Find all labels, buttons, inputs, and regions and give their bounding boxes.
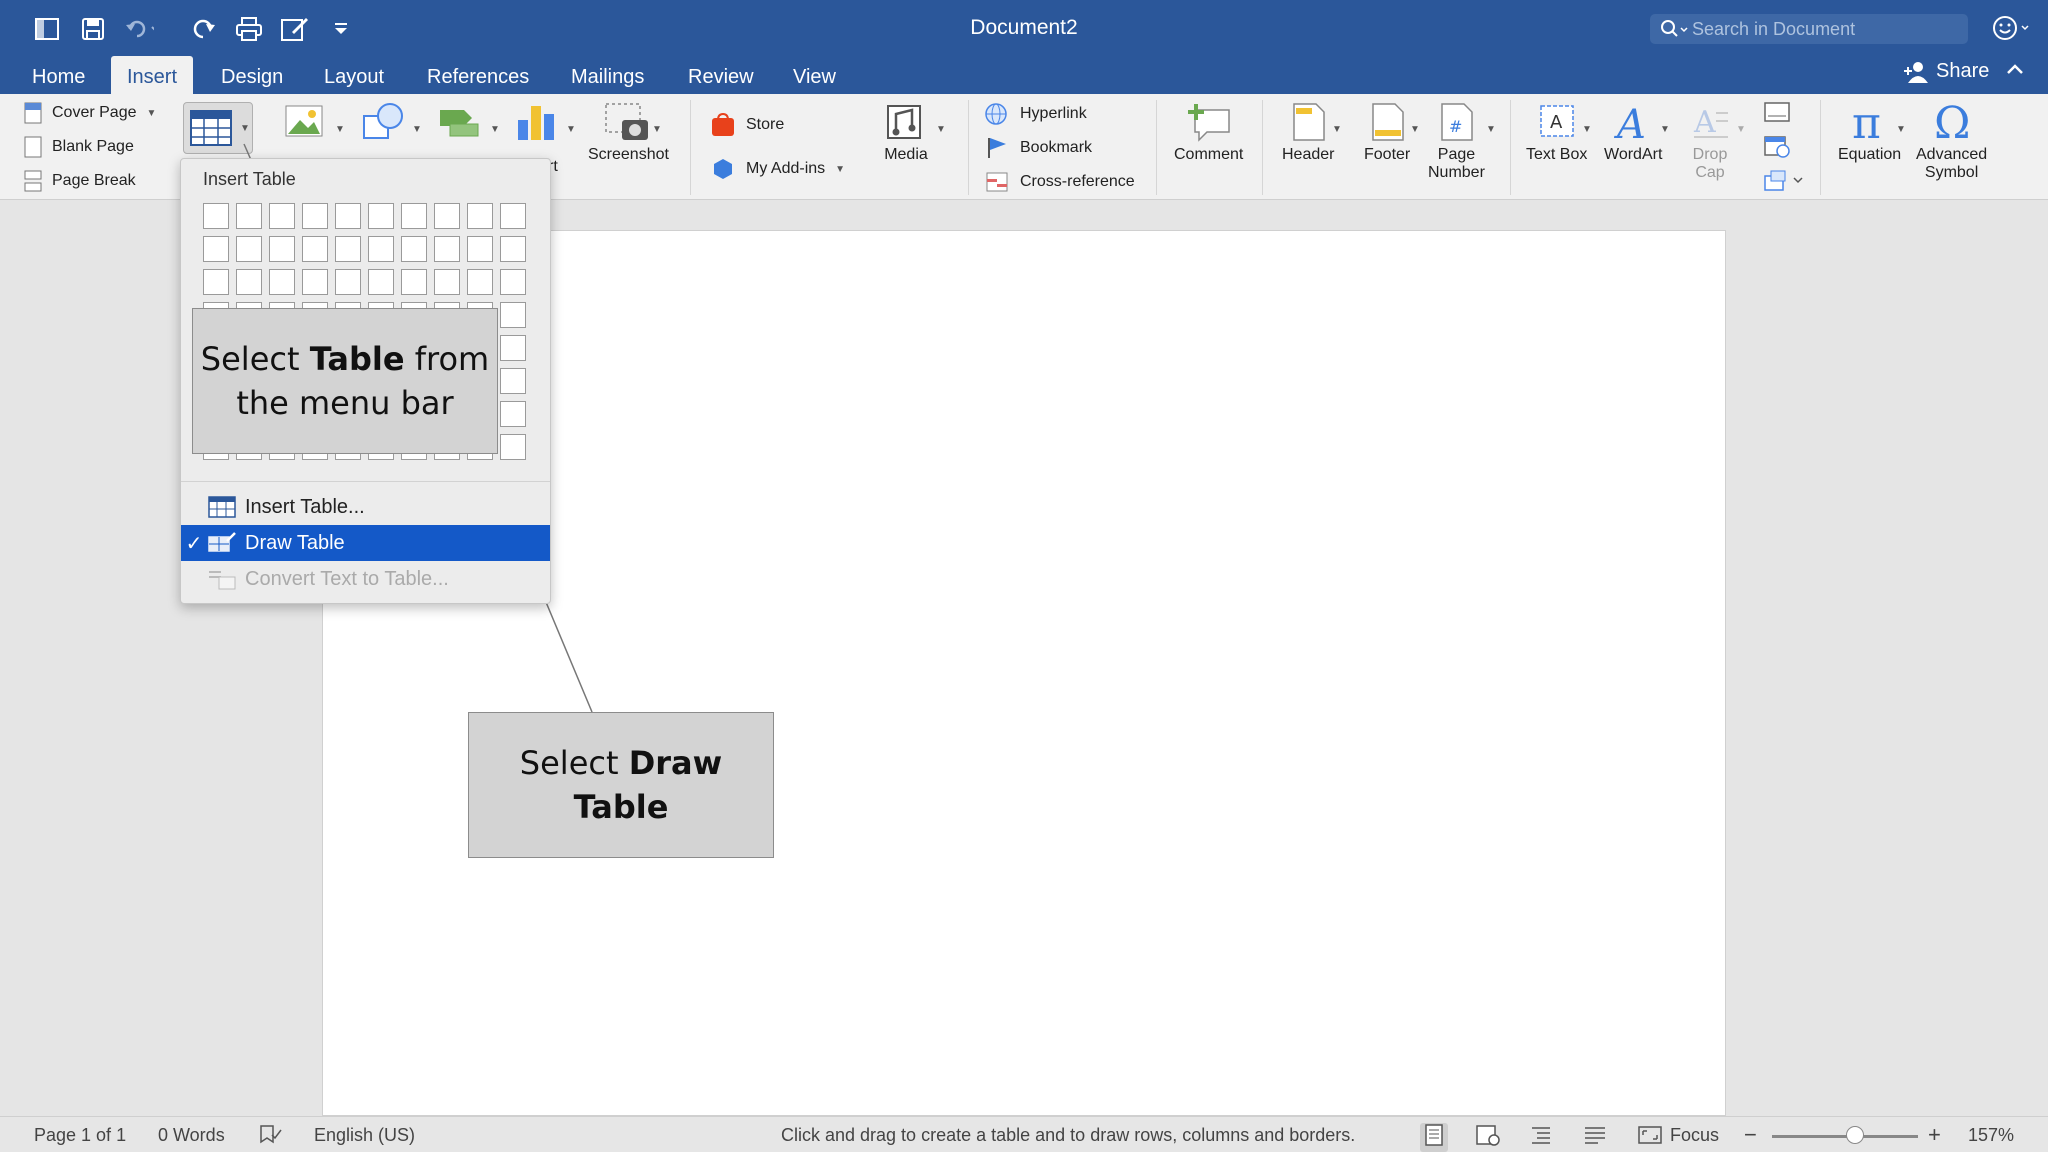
callout-select-draw-table: Select Draw Table [468, 712, 774, 858]
table-grid-cell[interactable] [368, 236, 394, 262]
zoom-level[interactable]: 157% [1968, 1125, 2014, 1146]
convert-text-to-table-menu-item[interactable]: Convert Text to Table... [181, 561, 550, 597]
insert-table-label: Insert Table... [245, 495, 365, 518]
language[interactable]: English (US) [314, 1125, 415, 1146]
table-grid-cell[interactable] [401, 269, 427, 295]
table-grid-cell[interactable] [500, 335, 526, 361]
table-grid-cell[interactable] [500, 236, 526, 262]
word-count[interactable]: 0 Words [158, 1125, 225, 1146]
table-grid-cell[interactable] [368, 203, 394, 229]
table-grid-cell[interactable] [203, 236, 229, 262]
zoom-out-button[interactable]: − [1744, 1122, 1757, 1148]
callout-draw-pre: Select [519, 744, 629, 782]
table-grid-cell[interactable] [500, 269, 526, 295]
convert-text-icon [209, 571, 236, 590]
table-grid-cell[interactable] [269, 203, 295, 229]
table-grid-cell[interactable] [434, 236, 460, 262]
table-grid-cell[interactable] [434, 269, 460, 295]
insert-table-icon [208, 496, 236, 518]
table-grid-cell[interactable] [500, 434, 526, 460]
status-bar: Page 1 of 1 0 Words English (US) Click a… [0, 1116, 2048, 1152]
focus-icon[interactable] [1636, 1123, 1664, 1152]
callout-table-pre: Select [200, 340, 310, 378]
dropdown-title: Insert Table [203, 169, 296, 189]
table-grid-cell[interactable] [467, 236, 493, 262]
table-grid-cell[interactable] [467, 269, 493, 295]
dropdown-separator [181, 481, 550, 482]
table-grid-cell[interactable] [302, 269, 328, 295]
status-hint: Click and drag to create a table and to … [781, 1125, 1356, 1145]
draw-table-icon [208, 532, 236, 552]
convert-text-label: Convert Text to Table... [245, 567, 449, 590]
table-grid-cell[interactable] [500, 302, 526, 328]
table-grid-cell[interactable] [203, 269, 229, 295]
table-grid-cell[interactable] [302, 203, 328, 229]
callout-table-bold: Table [309, 340, 405, 378]
table-grid-cell[interactable] [467, 203, 493, 229]
table-grid-cell[interactable] [269, 236, 295, 262]
zoom-in-button[interactable]: + [1928, 1122, 1941, 1148]
table-grid-cell[interactable] [335, 236, 361, 262]
draw-table-label: Draw Table [245, 531, 345, 554]
table-grid-cell[interactable] [401, 203, 427, 229]
table-grid-cell[interactable] [269, 269, 295, 295]
zoom-slider[interactable] [1772, 1135, 1918, 1138]
table-grid-cell[interactable] [368, 269, 394, 295]
table-grid-cell[interactable] [302, 236, 328, 262]
table-grid-cell[interactable] [236, 269, 262, 295]
page-count[interactable]: Page 1 of 1 [34, 1125, 126, 1146]
table-grid-cell[interactable] [434, 203, 460, 229]
focus-label[interactable]: Focus [1670, 1125, 1719, 1146]
zoom-slider-thumb[interactable] [1846, 1126, 1864, 1144]
proofing-icon[interactable] [258, 1123, 282, 1150]
table-grid-cell[interactable] [236, 203, 262, 229]
print-layout-icon[interactable] [1420, 1123, 1448, 1152]
outline-view-icon[interactable] [1528, 1123, 1556, 1152]
table-grid-cell[interactable] [500, 401, 526, 427]
draw-table-menu-item[interactable]: ✓ Draw Table [181, 525, 550, 561]
table-grid-cell[interactable] [335, 269, 361, 295]
callout-select-table: Select Table from the menu bar [192, 308, 498, 454]
draft-view-icon[interactable] [1582, 1123, 1610, 1152]
table-grid-cell[interactable] [500, 203, 526, 229]
web-layout-icon[interactable] [1474, 1123, 1502, 1152]
table-grid-cell[interactable] [335, 203, 361, 229]
table-grid-cell[interactable] [236, 236, 262, 262]
table-grid-cell[interactable] [500, 368, 526, 394]
insert-table-menu-item[interactable]: Insert Table... [181, 489, 550, 525]
checkmark-icon: ✓ [185, 532, 203, 555]
table-grid-cell[interactable] [401, 236, 427, 262]
table-grid-cell[interactable] [203, 203, 229, 229]
